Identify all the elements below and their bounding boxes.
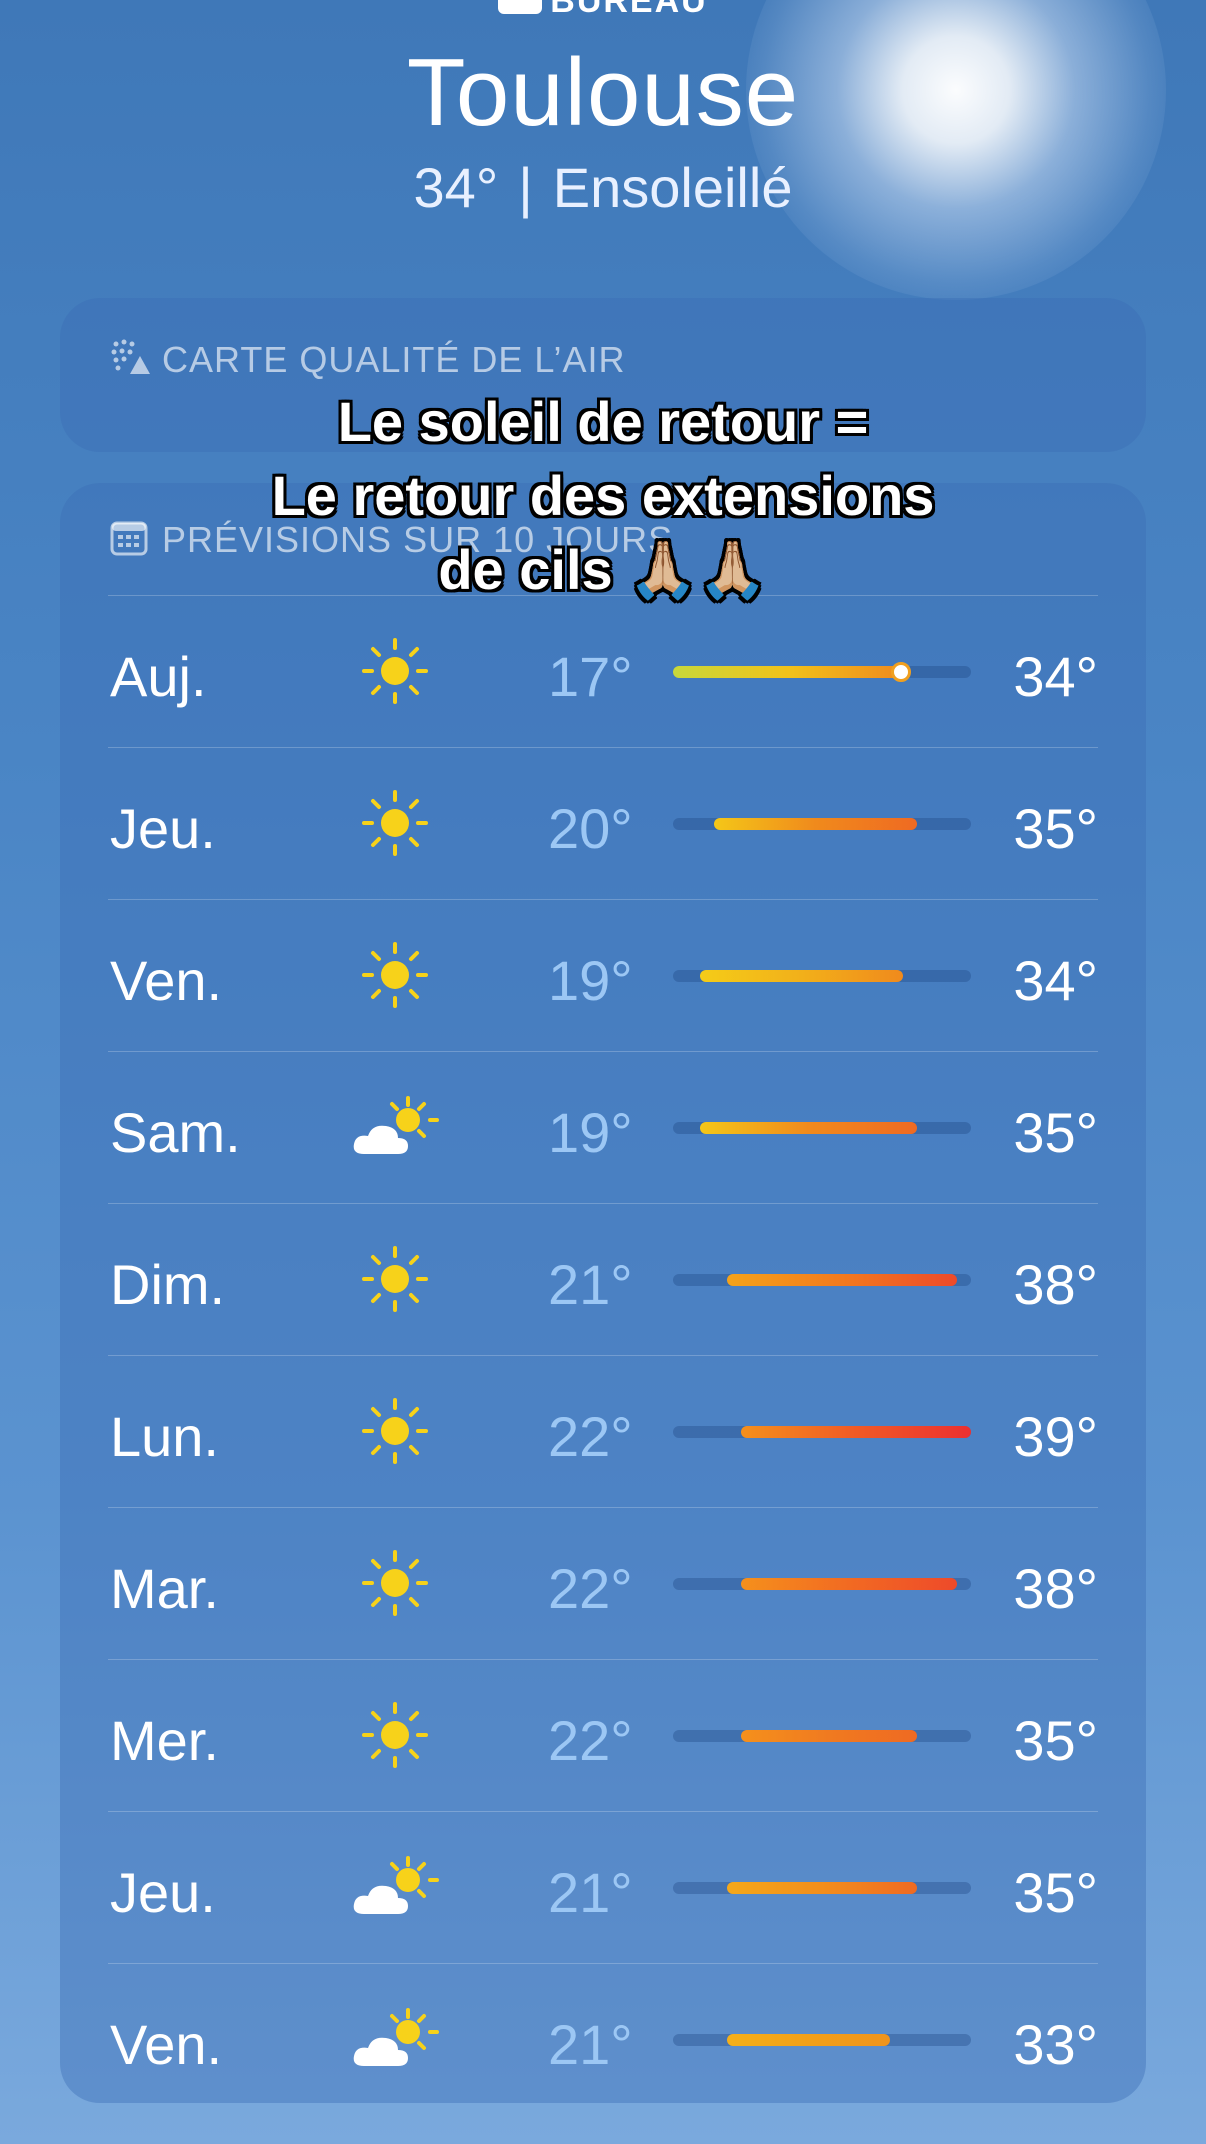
sun-icon bbox=[350, 940, 440, 1010]
forecast-low-temp: 22° bbox=[548, 1709, 633, 1772]
forecast-high-temp: 35° bbox=[1013, 1709, 1098, 1772]
forecast-day-label: Ven. bbox=[110, 949, 223, 1012]
overlay-caption-line2: Le retour des extensions bbox=[271, 464, 935, 527]
temperature-range-bar bbox=[673, 1274, 971, 1286]
sun-icon bbox=[350, 1700, 440, 1770]
temperature-range-bar bbox=[673, 818, 971, 830]
forecast-low-temp: 21° bbox=[548, 1253, 633, 1316]
forecast-row[interactable]: Jeu. 21° 35° bbox=[108, 1811, 1098, 1963]
current-temperature: 34° bbox=[413, 156, 499, 219]
sun-icon bbox=[350, 1396, 440, 1466]
forecast-low-temp: 19° bbox=[548, 949, 633, 1012]
forecast-low-temp: 20° bbox=[548, 797, 633, 860]
forecast-high-temp: 38° bbox=[1013, 1557, 1098, 1620]
sun-icon bbox=[350, 788, 440, 858]
forecast-day-label: Mar. bbox=[110, 1557, 219, 1620]
overlay-caption-line3: de cils 🙏🏼🙏🏼 bbox=[438, 538, 768, 601]
temperature-range-bar bbox=[673, 662, 971, 682]
forecast-high-temp: 35° bbox=[1013, 797, 1098, 860]
forecast-low-temp: 21° bbox=[548, 1861, 633, 1924]
temperature-range-bar bbox=[673, 970, 971, 982]
location-label: BUREAU bbox=[0, 0, 1206, 21]
sun-icon bbox=[350, 1244, 440, 1314]
forecast-row[interactable]: Auj. 17° 34° bbox=[108, 595, 1098, 747]
forecast-day-label: Mer. bbox=[110, 1709, 219, 1772]
current-temperature-marker bbox=[891, 662, 912, 682]
cloud-sun-icon bbox=[350, 1852, 440, 1922]
cloud-sun-icon bbox=[350, 2004, 440, 2074]
forecast-row[interactable]: Jeu. 20° 35° bbox=[108, 747, 1098, 899]
forecast-high-temp: 34° bbox=[1013, 949, 1098, 1012]
overlay-caption: Le soleil de retour = Le retour des exte… bbox=[0, 385, 1206, 607]
overlay-caption-line1: Le soleil de retour = bbox=[337, 390, 869, 453]
current-condition: Ensoleillé bbox=[552, 156, 793, 219]
temperature-range-fill bbox=[700, 1122, 917, 1134]
temperature-range-fill bbox=[740, 1578, 958, 1590]
temperature-range-bar bbox=[673, 2034, 971, 2046]
forecast-day-label: Lun. bbox=[110, 1405, 219, 1468]
forecast-day-label: Jeu. bbox=[110, 1861, 216, 1924]
forecast-rows: Auj. 17° 34° Jeu. 20° 35° Ven. 19° 34° Sam. 19° 35°… bbox=[108, 595, 1098, 2115]
sun-icon bbox=[350, 1548, 440, 1618]
forecast-high-temp: 39° bbox=[1013, 1405, 1098, 1468]
forecast-row[interactable]: Mar. 22° 38° bbox=[108, 1507, 1098, 1659]
location-label-text: BUREAU bbox=[550, 0, 708, 20]
forecast-day-label: Jeu. bbox=[110, 797, 216, 860]
cloud-sun-icon bbox=[350, 1092, 440, 1162]
temperature-range-fill bbox=[727, 1882, 917, 1894]
current-summary: 34° | Ensoleillé bbox=[0, 155, 1206, 220]
temperature-range-fill bbox=[673, 666, 904, 678]
temperature-range-bar bbox=[673, 1882, 971, 1894]
forecast-high-temp: 35° bbox=[1013, 1861, 1098, 1924]
temperature-range-fill bbox=[740, 1730, 917, 1742]
forecast-low-temp: 22° bbox=[548, 1557, 633, 1620]
forecast-day-label: Sam. bbox=[110, 1101, 241, 1164]
forecast-high-temp: 38° bbox=[1013, 1253, 1098, 1316]
forecast-high-temp: 33° bbox=[1013, 2013, 1098, 2076]
temperature-range-fill bbox=[740, 1426, 971, 1438]
forecast-row[interactable]: Lun. 22° 39° bbox=[108, 1355, 1098, 1507]
forecast-low-temp: 22° bbox=[548, 1405, 633, 1468]
temperature-range-fill bbox=[700, 970, 904, 982]
sun-icon bbox=[350, 636, 440, 706]
forecast-low-temp: 17° bbox=[548, 645, 633, 708]
air-quality-card-header: CARTE QUALITÉ DE L’AIR bbox=[110, 338, 625, 387]
temperature-range-bar bbox=[673, 1122, 971, 1134]
temperature-range-fill bbox=[713, 818, 917, 830]
forecast-row[interactable]: Mer. 22° 35° bbox=[108, 1659, 1098, 1811]
briefcase-icon bbox=[498, 0, 543, 15]
temperature-range-bar bbox=[673, 1578, 971, 1590]
forecast-row[interactable]: Ven. 21° 33° bbox=[108, 1963, 1098, 2115]
forecast-day-label: Dim. bbox=[110, 1253, 226, 1316]
forecast-row[interactable]: Ven. 19° 34° bbox=[108, 899, 1098, 1051]
forecast-low-temp: 21° bbox=[548, 2013, 633, 2076]
forecast-high-temp: 35° bbox=[1013, 1101, 1098, 1164]
forecast-row[interactable]: Sam. 19° 35° bbox=[108, 1051, 1098, 1203]
summary-separator: | bbox=[518, 156, 533, 219]
city-name: Toulouse bbox=[406, 39, 800, 146]
forecast-high-temp: 34° bbox=[1013, 645, 1098, 708]
forecast-row[interactable]: Dim. 21° 38° bbox=[108, 1203, 1098, 1355]
forecast-low-temp: 19° bbox=[548, 1101, 633, 1164]
temperature-range-fill bbox=[727, 2034, 890, 2046]
temperature-range-bar bbox=[673, 1730, 971, 1742]
air-quality-card-title: CARTE QUALITÉ DE L’AIR bbox=[162, 339, 626, 381]
temperature-range-bar bbox=[673, 1426, 971, 1438]
air-quality-icon bbox=[110, 338, 152, 387]
temperature-range-fill bbox=[727, 1274, 958, 1286]
forecast-day-label: Ven. bbox=[110, 2013, 223, 2076]
forecast-day-label: Auj. bbox=[110, 645, 207, 708]
